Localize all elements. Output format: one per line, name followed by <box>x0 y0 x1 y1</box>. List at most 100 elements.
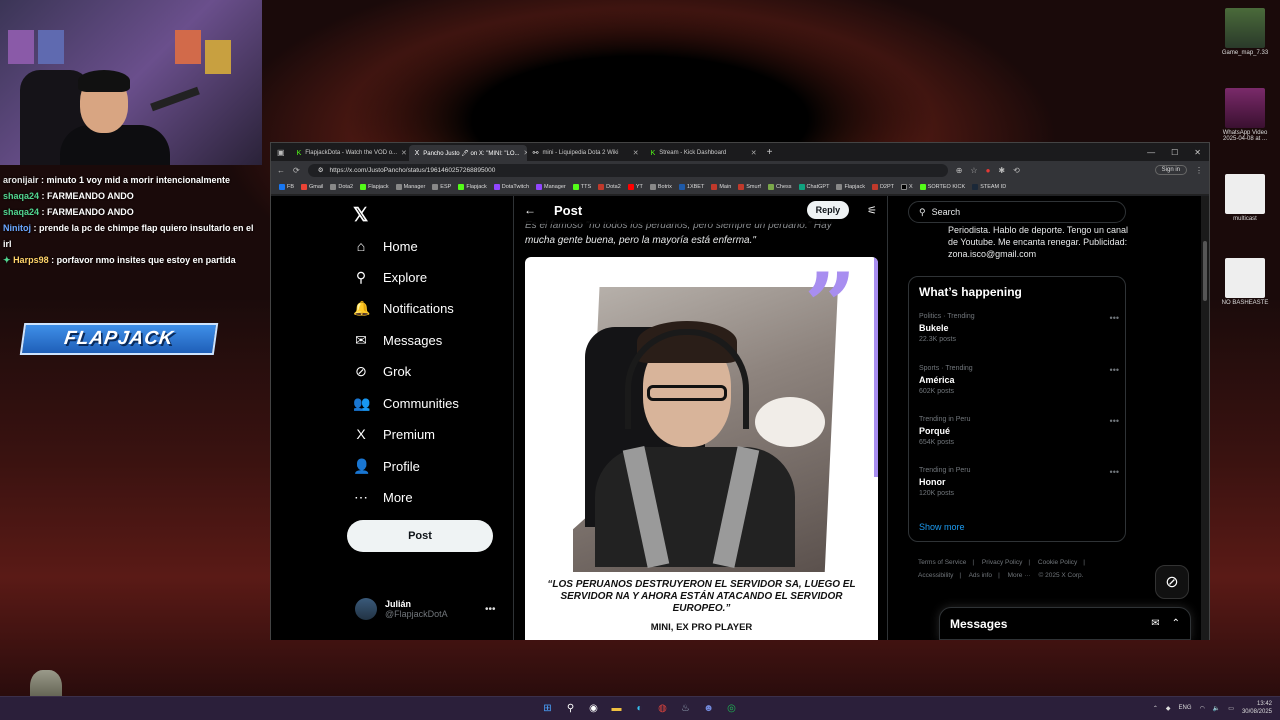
close-icon[interactable]: ✕ <box>751 149 757 157</box>
chrome-icon[interactable]: ◍ <box>655 701 670 716</box>
bookmark-item[interactable]: Chess <box>767 183 792 190</box>
more-dots-icon[interactable]: ••• <box>1110 467 1119 477</box>
reload-icon[interactable]: ⟳ <box>293 166 300 175</box>
nav-notifications[interactable]: 🔔 Notifications <box>353 300 454 317</box>
language-indicator[interactable]: ENG <box>1179 705 1192 711</box>
bookmark-item[interactable]: Flapjack <box>458 183 487 190</box>
spotify-icon[interactable]: ◎ <box>724 701 739 716</box>
nav-messages[interactable]: ✉ Messages <box>353 332 442 349</box>
bookmark-item[interactable]: DotaTwitch <box>493 183 529 190</box>
nav-home[interactable]: ⌂ Home <box>353 238 418 254</box>
tab-flapjack-vod[interactable]: K FlapjackDota - Watch the VOD o... ✕ <box>291 145 409 161</box>
messages-drawer[interactable]: Messages ✉ ⌃ <box>939 607 1191 640</box>
media-player-icon[interactable]: ◉ <box>586 701 601 716</box>
scrollbar[interactable] <box>1201 196 1209 640</box>
new-tab-button[interactable]: + <box>767 147 773 158</box>
footer-link[interactable]: Privacy Policy <box>982 559 1022 566</box>
desktop-icon-game-map[interactable]: Game_map_7.33 <box>1215 8 1275 56</box>
discord-icon[interactable]: ☻ <box>701 701 716 716</box>
bookmark-item[interactable]: Flapjack <box>836 183 865 190</box>
bookmark-item[interactable]: ESP <box>432 183 451 190</box>
footer-link[interactable]: Accessibility <box>918 572 953 579</box>
close-window-icon[interactable]: ✕ <box>1194 148 1201 157</box>
bookmark-item[interactable]: TTS <box>572 183 591 190</box>
bookmark-item[interactable]: Smurf <box>738 183 761 190</box>
site-info-icon[interactable]: ⚙ <box>318 166 324 174</box>
desktop-icon-multicast[interactable]: multicast <box>1215 174 1275 222</box>
volume-icon[interactable]: 🔈 <box>1213 705 1220 712</box>
bookmark-item[interactable]: ChatGPT <box>798 183 829 190</box>
minimize-icon[interactable]: — <box>1147 148 1155 157</box>
back-arrow-icon[interactable]: ← <box>524 203 536 217</box>
close-icon[interactable]: ✕ <box>401 149 407 157</box>
search-icon[interactable]: ⚲ <box>563 701 578 716</box>
bookmark-item[interactable]: Main <box>711 183 731 190</box>
show-more-link[interactable]: Show more <box>919 522 965 532</box>
footer-link[interactable]: More ··· <box>1008 572 1031 579</box>
bookmark-item[interactable]: Dota2 <box>330 183 353 190</box>
history-icon[interactable]: ⟲ <box>1013 166 1020 175</box>
tab-kick-dashboard[interactable]: K Stream - Kick Dashboard ✕ <box>645 145 763 161</box>
star-icon[interactable]: ☆ <box>970 166 977 175</box>
desktop-icon-no-basheaste[interactable]: NO BASHEASTE <box>1215 258 1275 306</box>
more-dots-icon[interactable]: ••• <box>1110 416 1119 426</box>
extensions-puzzle-icon[interactable]: ✱ <box>998 166 1005 175</box>
sign-in-button[interactable]: Sign in <box>1154 165 1187 175</box>
wifi-icon[interactable]: ◠ <box>1200 705 1205 712</box>
back-icon[interactable]: ← <box>277 166 285 175</box>
bookmark-item[interactable]: FB <box>279 183 294 190</box>
battery-icon[interactable]: ▭ <box>1228 705 1234 712</box>
trend-item[interactable]: Politics · Trending Bukele 22.3K posts •… <box>919 313 1119 343</box>
bookmark-item[interactable]: Botrix <box>649 183 672 190</box>
footer-link[interactable]: Cookie Policy <box>1038 559 1077 566</box>
bookmark-item[interactable]: X <box>901 183 913 190</box>
tab-actions-icon[interactable]: ▣ <box>271 148 291 157</box>
sliders-icon[interactable]: ⚟ <box>867 204 877 217</box>
more-dots-icon[interactable]: ••• <box>485 604 496 615</box>
bookmark-item[interactable]: YT <box>627 183 643 190</box>
folder-icon[interactable]: ▬ <box>609 701 624 716</box>
account-switcher[interactable]: Julián @FlapjackDotA <box>355 598 448 620</box>
bookmark-item[interactable]: D2PT <box>871 183 894 190</box>
trend-item[interactable]: Sports · Trending América 602K posts ••• <box>919 365 1119 395</box>
nav-more[interactable]: ⋯ More <box>353 489 413 506</box>
bookmark-item[interactable]: STEAM ID <box>972 183 1006 190</box>
footer-link[interactable]: Ads info <box>969 572 993 579</box>
trend-item[interactable]: Trending in Peru Honor 120K posts ••• <box>919 467 1119 497</box>
reply-button[interactable]: Reply <box>806 201 850 219</box>
windows-start-icon[interactable]: ⊞ <box>540 701 555 716</box>
menu-icon[interactable]: ⋮ <box>1195 166 1203 175</box>
post-image[interactable]: ” “LOS PERUANOS DESTRUYERON EL SERVIDOR … <box>525 257 878 640</box>
zoom-icon[interactable]: ⊕ <box>956 166 963 175</box>
bookmark-item[interactable]: Manager <box>395 183 425 190</box>
tab-x-post[interactable]: X Pancho Justo 🖊 on X: "MINI: "LO... ✕ <box>408 145 527 161</box>
bookmark-item[interactable]: Flapjack <box>360 183 389 190</box>
edge-browser-icon[interactable]: ◐ <box>632 701 647 716</box>
chevron-up-icon[interactable]: ⌃ <box>1172 618 1180 629</box>
tab-liquipedia[interactable]: ⚯ mini - Liquipedia Dota 2 Wiki ✕ <box>527 145 645 161</box>
desktop-icon-whatsapp-video[interactable]: WhatsApp Video 2025-04-08 at ... <box>1215 88 1275 142</box>
steam-icon[interactable]: ♨ <box>678 701 693 716</box>
url-field[interactable]: ⚙ https://x.com/JustoPancho/status/196146… <box>307 163 948 177</box>
bookmark-item[interactable]: Gmail <box>301 183 323 190</box>
compose-message-icon[interactable]: ✉ <box>1151 618 1159 629</box>
bookmark-item[interactable]: Dota2 <box>598 183 621 190</box>
chevron-up-icon[interactable]: ⌃ <box>1153 705 1158 712</box>
nav-grok[interactable]: ⊘ Grok <box>353 363 411 380</box>
nav-communities[interactable]: 👥 Communities <box>353 395 459 412</box>
nav-explore[interactable]: ⚲ Explore <box>353 269 427 286</box>
tray-app-icon[interactable]: ◆ <box>1166 705 1171 712</box>
nav-profile[interactable]: 👤 Profile <box>353 458 420 475</box>
close-icon[interactable]: ✕ <box>633 149 639 157</box>
grok-icon[interactable]: ⊘ <box>1155 565 1189 599</box>
bookmark-item[interactable]: 1XBET <box>678 183 704 190</box>
bookmark-item[interactable]: SORTEO KICK <box>919 183 965 190</box>
nav-premium[interactable]: X Premium <box>353 426 435 442</box>
post-button[interactable]: Post <box>347 520 493 552</box>
maximize-icon[interactable]: ☐ <box>1171 148 1178 157</box>
extension-icon[interactable]: ● <box>986 166 991 175</box>
trend-item[interactable]: Trending in Peru Porqué 654K posts ••• <box>919 416 1119 446</box>
x-logo-icon[interactable]: 𝕏 <box>353 204 368 227</box>
footer-link[interactable]: Terms of Service <box>918 559 966 566</box>
more-dots-icon[interactable]: ••• <box>1110 365 1119 375</box>
